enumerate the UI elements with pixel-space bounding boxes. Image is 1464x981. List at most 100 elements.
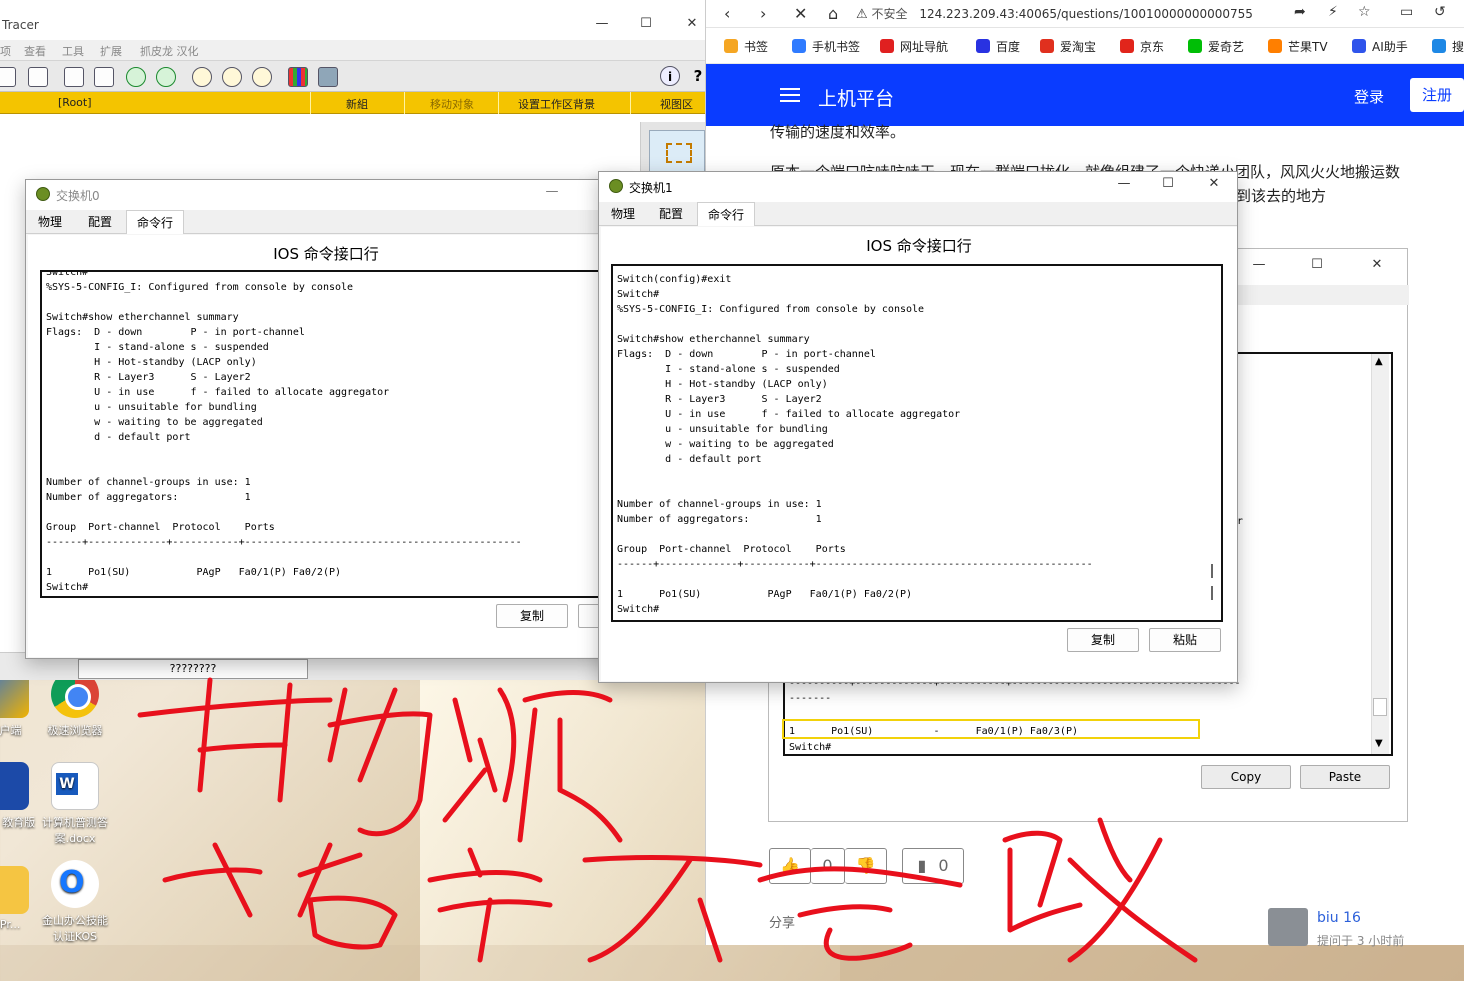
menu-item-view[interactable]: 查看 bbox=[24, 43, 46, 59]
pt-workspace-bar: [Root] 新組 移动对象 设置工作区背景 视图区 bbox=[0, 92, 715, 114]
menu-item[interactable]: 项 bbox=[0, 43, 11, 59]
pt-toolbar: i ? bbox=[0, 60, 715, 92]
bookmark-item[interactable]: 百度 bbox=[976, 38, 1020, 55]
bookmark-item[interactable]: 手机书签 bbox=[792, 38, 860, 55]
close-icon[interactable]: ✕ bbox=[1204, 176, 1224, 191]
upvote-button[interactable]: 👍 bbox=[769, 848, 811, 884]
bookmarks-bar: 书签 手机书签 网址导航 百度 爱淘宝 京东 爱奇艺 芒果TV AI助手 搜 bbox=[706, 28, 1464, 64]
copy-button[interactable]: 复制 bbox=[1067, 628, 1139, 652]
undo-icon[interactable] bbox=[126, 67, 146, 87]
scroll-indicator bbox=[1211, 586, 1213, 600]
upvote-count: 0 bbox=[811, 848, 845, 884]
downvote-button[interactable]: 👎 bbox=[845, 848, 887, 884]
info-icon[interactable]: i bbox=[660, 66, 680, 86]
tab-config[interactable]: 配置 bbox=[649, 202, 693, 226]
history-icon[interactable]: ↺ bbox=[1434, 4, 1446, 20]
bookmark-item[interactable]: 网址导航 bbox=[880, 38, 948, 55]
share-link[interactable]: 分享 bbox=[769, 912, 795, 931]
tab-physical[interactable]: 物理 bbox=[28, 210, 72, 234]
minimize-icon[interactable]: — bbox=[542, 184, 562, 199]
paste-icon[interactable] bbox=[94, 67, 114, 87]
viewport-button[interactable]: 视图区 bbox=[660, 96, 693, 112]
switch1-title: 交换机1 bbox=[629, 181, 673, 195]
bookmark-star-icon bbox=[724, 39, 738, 53]
menu-icon[interactable] bbox=[780, 88, 800, 102]
pt-title: Tracer bbox=[2, 18, 39, 32]
desktop-icon-cad[interactable]: CAD 教育版 bbox=[0, 762, 42, 830]
custom-device-icon[interactable] bbox=[318, 67, 338, 87]
bookmark-item[interactable]: 搜 bbox=[1432, 38, 1464, 55]
register-button[interactable]: 注册 bbox=[1410, 78, 1464, 112]
forward-icon[interactable]: › bbox=[760, 4, 766, 23]
desktop-icon-label: e Pr... bbox=[0, 918, 21, 931]
device-name-field: ???????? bbox=[78, 659, 308, 679]
desktop-icon-folder[interactable]: e Pr... bbox=[0, 866, 42, 931]
word-icon bbox=[51, 762, 99, 810]
zoom-out-icon[interactable] bbox=[252, 67, 272, 87]
login-link[interactable]: 登录 bbox=[1354, 86, 1384, 107]
minimize-icon[interactable]: — bbox=[592, 16, 612, 31]
zoom-reset-icon[interactable] bbox=[222, 67, 242, 87]
desktop-icon-docx[interactable]: 计算机普测答案.docx bbox=[38, 762, 112, 846]
copy-icon[interactable] bbox=[64, 67, 84, 87]
paste-button[interactable]: 粘贴 bbox=[1149, 628, 1221, 652]
menu-item-extensions[interactable]: 扩展 bbox=[100, 43, 122, 59]
switch0-cli-panel: IOS 命令接口行 Switch# %SYS-5-CONFIG_I: Confi… bbox=[28, 235, 638, 657]
tab-cli[interactable]: 命令行 bbox=[126, 210, 185, 234]
new-cluster-button[interactable]: 新組 bbox=[346, 96, 368, 112]
avatar[interactable] bbox=[1268, 908, 1308, 946]
switch0-title: 交换机0 bbox=[56, 189, 100, 203]
move-object-button[interactable]: 移动对象 bbox=[430, 96, 474, 112]
switch0-terminal[interactable]: Switch# %SYS-5-CONFIG_I: Configured from… bbox=[40, 270, 630, 598]
bookmark-button[interactable]: ▮ 0 bbox=[902, 848, 964, 884]
pt-titlebar: Tracer — ☐ ✕ bbox=[0, 0, 715, 40]
tab-config[interactable]: 配置 bbox=[78, 210, 122, 234]
close-icon[interactable]: ✕ bbox=[682, 16, 702, 31]
menu-item-localize[interactable]: 抓皮龙 汉化 bbox=[140, 43, 199, 59]
bookmark-item[interactable]: 爱奇艺 bbox=[1188, 38, 1244, 55]
back-icon[interactable]: ‹ bbox=[724, 4, 730, 23]
palette-icon[interactable] bbox=[288, 67, 308, 87]
jd-icon bbox=[1120, 39, 1134, 53]
minimize-icon[interactable]: — bbox=[1114, 176, 1134, 191]
stop-icon[interactable]: ✕ bbox=[794, 4, 807, 23]
share-icon[interactable]: ➦ bbox=[1294, 4, 1306, 20]
star-icon[interactable]: ☆ bbox=[1358, 4, 1371, 20]
extension-icon[interactable]: ▭ bbox=[1400, 4, 1413, 20]
lightning-icon[interactable]: ⚡ bbox=[1328, 4, 1338, 20]
wizard-icon[interactable] bbox=[28, 67, 48, 87]
address-bar[interactable]: ⚠ 不安全 124.223.209.43:40065/questions/100… bbox=[856, 2, 1296, 26]
home-icon[interactable]: ⌂ bbox=[828, 4, 838, 23]
bookmark-item[interactable]: AI助手 bbox=[1352, 38, 1408, 55]
zoom-in-icon[interactable] bbox=[192, 67, 212, 87]
switch0-tabs: 物理 配置 命令行 bbox=[26, 210, 624, 234]
switch-app-icon bbox=[36, 187, 50, 201]
tab-cli[interactable]: 命令行 bbox=[697, 202, 756, 226]
desktop-icon-kos[interactable]: 金山办公技能认证KOS bbox=[38, 860, 112, 944]
maximize-icon[interactable]: ☐ bbox=[1158, 176, 1178, 191]
redo-icon[interactable] bbox=[156, 67, 176, 87]
switch1-cli-panel: IOS 命令接口行 Switch(config)#exit Switch# %S… bbox=[601, 227, 1237, 681]
baidu-icon bbox=[976, 39, 990, 53]
cad-icon bbox=[0, 762, 29, 810]
author-name[interactable]: biu 16 bbox=[1317, 910, 1361, 926]
menu-item-tools[interactable]: 工具 bbox=[62, 43, 84, 59]
desktop-icon-browser[interactable]: 极速浏览器 bbox=[38, 670, 112, 738]
tab-physical[interactable]: 物理 bbox=[601, 202, 645, 226]
maximize-icon[interactable]: ☐ bbox=[636, 16, 656, 31]
set-background-button[interactable]: 设置工作区背景 bbox=[518, 96, 595, 112]
switch1-terminal[interactable]: Switch(config)#exit Switch# %SYS-5-CONFI… bbox=[611, 264, 1223, 622]
copy-button[interactable]: 复制 bbox=[496, 604, 568, 628]
bookmark-item[interactable]: 书签 bbox=[724, 38, 768, 55]
kos-icon bbox=[51, 860, 99, 908]
switch0-titlebar: 交换机0 — bbox=[26, 180, 624, 210]
desktop-icon-client[interactable]: 客户端 bbox=[0, 670, 42, 738]
bookmark-item[interactable]: 京东 bbox=[1120, 38, 1164, 55]
print-icon[interactable] bbox=[0, 67, 16, 87]
bookmark-item[interactable]: 芒果TV bbox=[1268, 38, 1328, 55]
site-title[interactable]: 上机平台 bbox=[818, 84, 894, 111]
desktop-icon-label: CAD 教育版 bbox=[0, 816, 36, 829]
nav-site-icon bbox=[880, 39, 894, 53]
bookmark-item[interactable]: 爱淘宝 bbox=[1040, 38, 1096, 55]
root-label[interactable]: [Root] bbox=[58, 96, 92, 109]
